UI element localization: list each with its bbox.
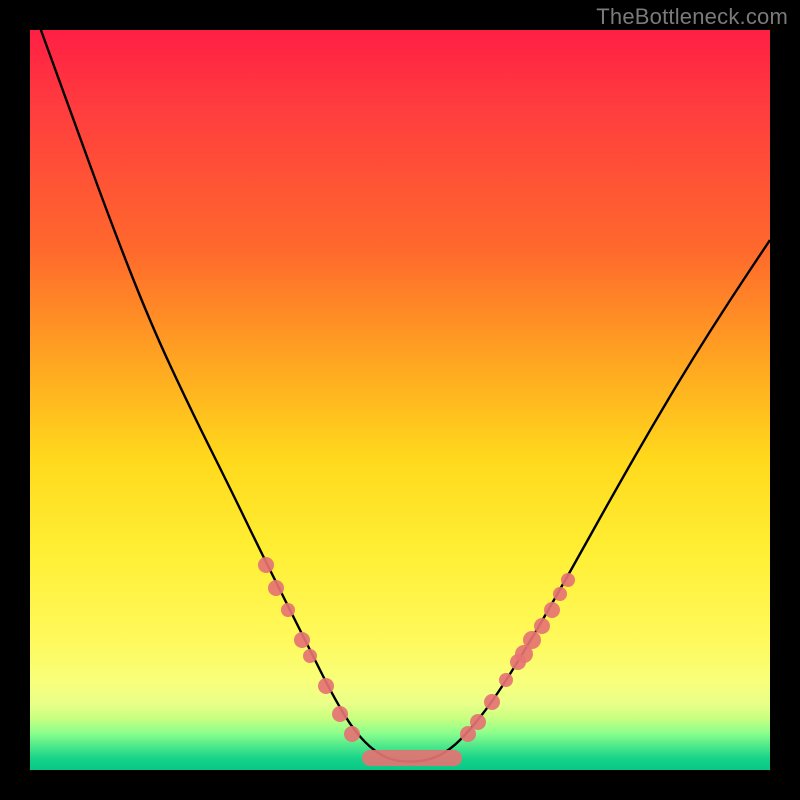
data-marker — [561, 573, 575, 587]
data-marker — [268, 580, 284, 596]
data-marker — [484, 694, 500, 710]
watermark-text: TheBottleneck.com — [596, 4, 788, 30]
data-marker — [499, 673, 513, 687]
data-marker — [318, 678, 334, 694]
bottleneck-curve — [30, 30, 770, 762]
data-marker — [544, 602, 560, 618]
chart-plot-area — [30, 30, 770, 770]
data-marker — [294, 632, 310, 648]
markers-right-cluster — [460, 573, 575, 742]
data-marker — [523, 631, 541, 649]
data-marker — [470, 714, 486, 730]
data-marker — [281, 603, 295, 617]
data-marker — [534, 618, 550, 634]
chart-frame: TheBottleneck.com — [0, 0, 800, 800]
data-marker — [344, 726, 360, 742]
data-marker — [553, 587, 567, 601]
chart-svg — [30, 30, 770, 770]
data-marker — [303, 649, 317, 663]
bottom-marker-band — [362, 750, 462, 766]
data-marker — [332, 706, 348, 722]
markers-left-cluster — [258, 557, 360, 742]
data-marker — [258, 557, 274, 573]
